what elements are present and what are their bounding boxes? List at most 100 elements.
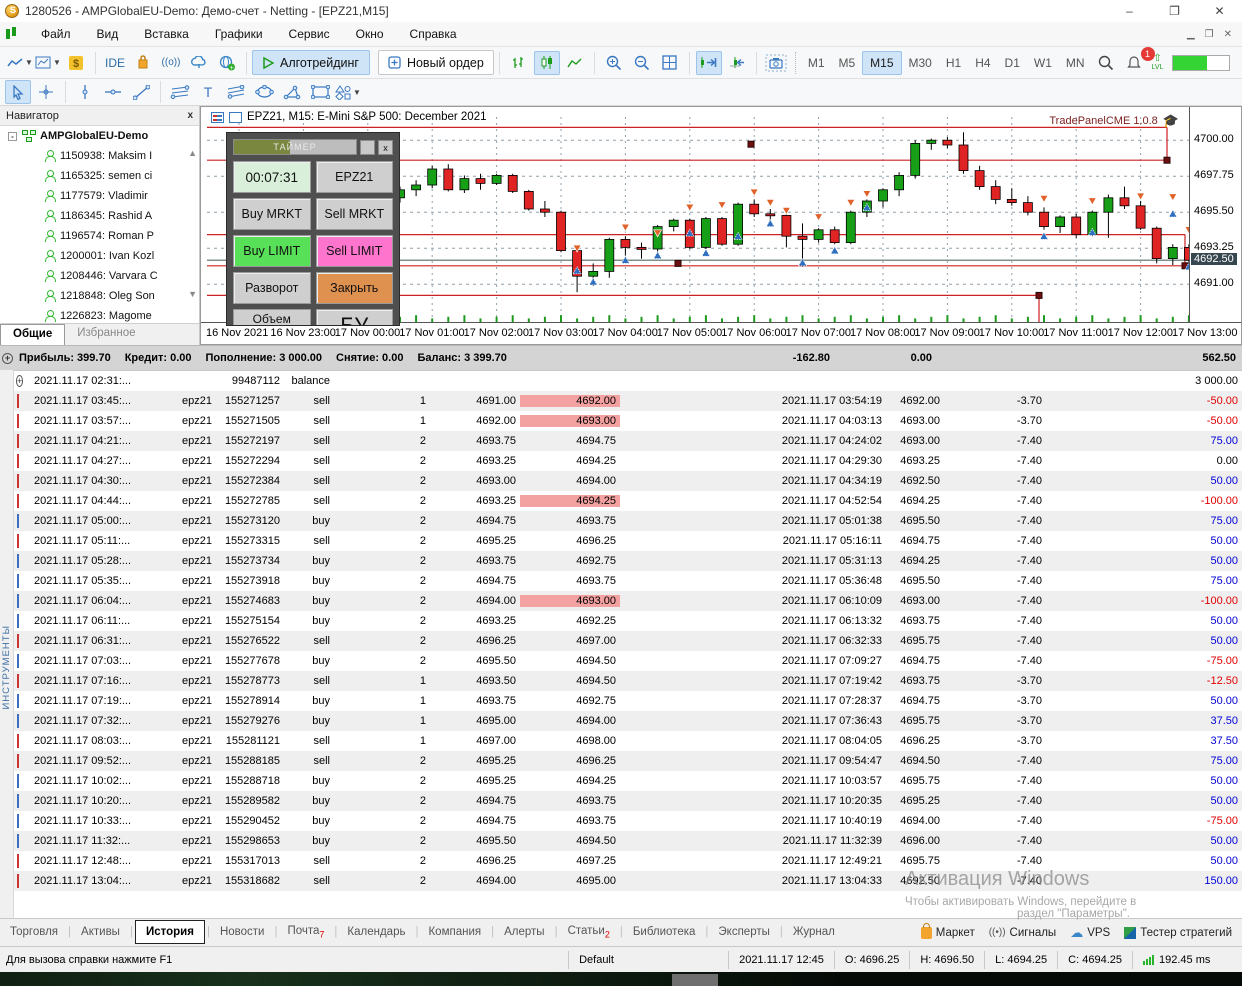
tab-календарь[interactable]: Календарь xyxy=(337,921,415,943)
history-row[interactable]: 2021.11.17 10:33:... epz21 155290452 buy 2 46… xyxy=(14,811,1242,831)
history-row[interactable]: 2021.11.17 05:28:... epz21 155273734 buy 2 46… xyxy=(14,551,1242,571)
navigator-account[interactable]: 1200001: Ivan Kozl xyxy=(0,246,199,266)
screenshot-camera-icon[interactable] xyxy=(763,51,789,75)
channel-tool-icon[interactable] xyxy=(167,80,193,104)
timeframe-w1[interactable]: W1 xyxy=(1027,51,1059,75)
navigator-account[interactable]: 1150938: Maksim I xyxy=(0,146,199,166)
tab-эксперты[interactable]: Эксперты xyxy=(708,921,779,943)
mdi-restore-icon[interactable]: ❐ xyxy=(1205,29,1214,40)
vertical-line-tool-icon[interactable] xyxy=(72,80,98,104)
tab-почта[interactable]: Почта7 xyxy=(277,920,334,944)
tab-статьи[interactable]: Статьи2 xyxy=(558,920,620,944)
timeframe-h4[interactable]: H4 xyxy=(968,51,997,75)
algo-trading-button[interactable]: Алготрейдинг xyxy=(252,50,370,75)
history-row[interactable]: 2021.11.17 04:21:... epz21 155272197 sell 2 4… xyxy=(14,431,1242,451)
summary-plus-icon[interactable]: + xyxy=(2,352,13,364)
menu-графики[interactable]: Графики xyxy=(202,23,276,45)
history-row[interactable]: 2021.11.17 04:27:... epz21 155272294 sell 2 4… xyxy=(14,451,1242,471)
navigator-account[interactable]: 1218848: Oleg Son xyxy=(0,286,199,306)
history-row[interactable]: 2021.11.17 08:03:... epz21 155281121 sell 1 4… xyxy=(14,731,1242,751)
history-row[interactable]: 2021.11.17 07:19:... epz21 155278914 buy 1 46… xyxy=(14,691,1242,711)
search-icon[interactable] xyxy=(1093,51,1119,75)
crosshair-tool-icon[interactable] xyxy=(33,80,59,104)
panel-close-button[interactable]: x xyxy=(378,139,393,155)
history-row[interactable]: 2021.11.17 09:52:... epz21 155288185 sell 2 4… xyxy=(14,751,1242,771)
panel-minimize-button[interactable] xyxy=(360,139,375,155)
tab-журнал[interactable]: Журнал xyxy=(783,921,845,943)
symbols-button[interactable]: $ xyxy=(63,51,89,75)
navigator-root-account[interactable]: - AMPGlobalEU-Demo xyxy=(0,126,199,146)
buy-market-button[interactable]: Buy MRKT xyxy=(233,198,311,230)
breakeven-button[interactable]: БУ xyxy=(315,309,393,325)
buy-limit-button[interactable]: Buy LIMIT xyxy=(233,235,311,267)
status-profile[interactable]: Default xyxy=(568,950,728,969)
tab-библиотека[interactable]: Библиотека xyxy=(623,921,706,943)
market-bag-icon[interactable] xyxy=(130,51,156,75)
history-row[interactable]: 2021.11.17 07:16:... epz21 155278773 sell 1 4… xyxy=(14,671,1242,691)
timeframe-m30[interactable]: M30 xyxy=(902,51,939,75)
symbol-button[interactable]: EPZ21 xyxy=(315,161,393,193)
timeframe-m15[interactable]: M15 xyxy=(862,50,902,75)
maximize-button[interactable]: ❐ xyxy=(1152,0,1197,22)
history-row[interactable]: 2021.11.17 03:45:... epz21 155271257 sell 1 4… xyxy=(14,391,1242,411)
menu-файл[interactable]: Файл xyxy=(28,23,84,45)
navigator-account[interactable]: 1186345: Rashid A xyxy=(0,206,199,226)
mdi-close-icon[interactable]: ✕ xyxy=(1224,29,1232,40)
history-row[interactable]: 2021.11.17 13:04:... epz21 155318682 sell 2 4… xyxy=(14,871,1242,891)
tab-активы[interactable]: Активы xyxy=(71,921,130,943)
history-row[interactable]: +2021.11.17 02:31:... 99487112 balance 3 00… xyxy=(14,371,1242,391)
bars-chart-icon[interactable] xyxy=(506,51,532,75)
graduation-cap-icon[interactable]: 🎓 xyxy=(1163,113,1179,129)
chart-type-dropdown[interactable]: ▼ xyxy=(7,51,33,75)
rectangle-tool-icon[interactable] xyxy=(307,80,333,104)
history-row[interactable]: 2021.11.17 06:11:... epz21 155275154 buy 2 46… xyxy=(14,611,1242,631)
vps-button[interactable]: ☁ VPS xyxy=(1070,925,1110,941)
navigator-account[interactable]: 1226823: Magome xyxy=(0,306,199,323)
scroll-down-icon[interactable]: ▼ xyxy=(188,289,197,299)
shapes-dropdown-icon[interactable]: ▼ xyxy=(335,80,361,104)
new-chart-dropdown[interactable]: ▼ xyxy=(35,51,61,75)
scroll-up-icon[interactable]: ▲ xyxy=(188,148,197,158)
price-scale[interactable]: 4700.00 4697.75 4695.50 4693.25 4691.00 4692.… xyxy=(1189,107,1241,323)
navigator-account[interactable]: 1165325: semen ci xyxy=(0,166,199,186)
close-position-button[interactable]: Закрыть xyxy=(315,272,393,304)
line-chart-icon[interactable] xyxy=(562,51,588,75)
tab-алерты[interactable]: Алерты xyxy=(494,921,554,943)
shift-end-icon[interactable] xyxy=(695,50,722,75)
signals-icon[interactable]: ((o)) xyxy=(158,51,184,75)
menu-окно[interactable]: Окно xyxy=(343,23,397,45)
volume-field[interactable]: Объем 0.00 xyxy=(233,309,311,325)
menu-вставка[interactable]: Вставка xyxy=(131,23,202,45)
zoom-in-icon[interactable] xyxy=(601,51,627,75)
menu-вид[interactable]: Вид xyxy=(84,23,132,45)
history-row[interactable]: 2021.11.17 12:48:... epz21 155317013 sell 2 4… xyxy=(14,851,1242,871)
history-row[interactable]: 2021.11.17 10:02:... epz21 155288718 buy 2 46… xyxy=(14,771,1242,791)
history-row[interactable]: 2021.11.17 07:32:... epz21 155279276 buy 1 46… xyxy=(14,711,1242,731)
close-button[interactable]: ✕ xyxy=(1197,0,1242,22)
history-row[interactable]: 2021.11.17 07:03:... epz21 155277678 buy 2 46… xyxy=(14,651,1242,671)
sell-market-button[interactable]: Sell MRKT xyxy=(315,198,393,230)
sell-limit-button[interactable]: Sell LIMIT xyxy=(315,235,393,267)
vps-globe-icon[interactable]: + xyxy=(214,51,240,75)
horizontal-line-tool-icon[interactable] xyxy=(100,80,126,104)
menu-сервис[interactable]: Сервис xyxy=(276,23,343,45)
strategy-tester-button[interactable]: Тестер стратегий xyxy=(1124,926,1232,939)
history-row[interactable]: 2021.11.17 05:00:... epz21 155273120 buy 2 46… xyxy=(14,511,1242,531)
notifications-bell-icon[interactable]: 1 xyxy=(1121,46,1155,75)
trendline-tool-icon[interactable] xyxy=(128,80,154,104)
text-tool-icon[interactable]: T xyxy=(195,80,221,104)
navigator-tab-избранное[interactable]: Избранное xyxy=(65,324,147,345)
tab-компания[interactable]: Компания xyxy=(418,921,491,943)
candles-chart-icon[interactable] xyxy=(533,50,560,75)
history-row[interactable]: 2021.11.17 06:04:... epz21 155274683 buy 2 46… xyxy=(14,591,1242,611)
signals-button[interactable]: ((•)) Сигналы xyxy=(989,927,1056,939)
history-row[interactable]: 2021.11.17 05:11:... epz21 155273315 sell 2 4… xyxy=(14,531,1242,551)
depth-of-market-icon[interactable] xyxy=(229,111,242,123)
zoom-out-icon[interactable] xyxy=(629,51,655,75)
history-row[interactable]: 2021.11.17 06:31:... epz21 155276522 sell 2 4… xyxy=(14,631,1242,651)
tab-торговля[interactable]: Торговля xyxy=(0,921,68,943)
navigator-account[interactable]: 1177579: Vladimir xyxy=(0,186,199,206)
new-order-button[interactable]: Новый ордер xyxy=(377,50,494,75)
timeframe-mn[interactable]: MN xyxy=(1059,51,1092,75)
timeframe-h1[interactable]: H1 xyxy=(939,51,968,75)
